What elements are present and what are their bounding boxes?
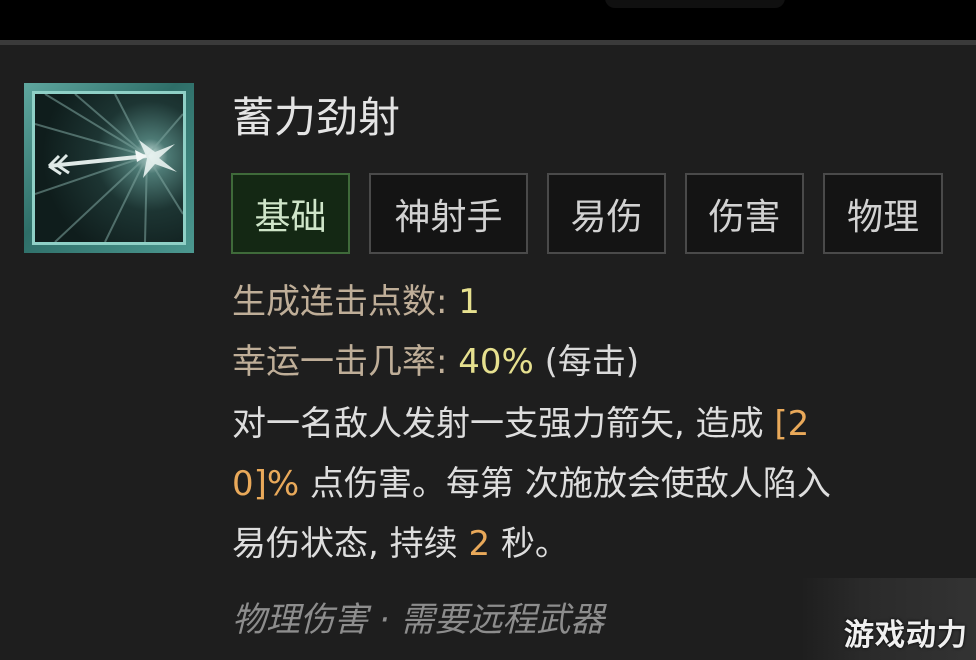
top-bar [0,0,976,40]
lucky-hit-label: 幸运一击几率: [232,342,459,382]
description-suffix-3: 秒。 [490,524,569,564]
combo-points-label: 生成连击点数: [232,282,459,322]
combo-points-stat: 生成连击点数: 1 [232,280,480,324]
tag-basic[interactable]: 基础 [231,173,350,254]
description-line-2: 0]% 点伤害。每第 次施放会使敌人陷入 [232,462,831,506]
lucky-hit-suffix: (每击) [533,342,640,382]
watermark-text: 游戏动力 [844,618,968,653]
description-line-3: 易伤状态, 持续 2 秒。 [232,522,569,566]
skill-title: 蓄力劲射 [232,93,401,142]
tag-marksman[interactable]: 神射手 [369,173,528,254]
arrow-burst-icon[interactable] [24,83,194,253]
damage-value-part-1: [2 [774,404,810,444]
top-bar-handle [605,0,785,8]
divider [0,40,976,45]
lucky-hit-value: 40% [458,342,534,382]
tag-damage[interactable]: 伤害 [685,173,804,254]
skill-footer: 物理伤害 · 需要远程武器 [232,600,605,640]
damage-value-part-2: 0]% [232,464,300,504]
duration-value: 2 [468,524,491,564]
watermark: 游戏动力 [800,578,976,660]
description-text-1: 对一名敌人发射一支强力箭矢, 造成 [232,404,775,444]
tag-physical[interactable]: 物理 [823,173,943,254]
description-text-2: 点伤害。每第 次施放会使敌人陷入 [299,464,831,504]
description-line-1: 对一名敌人发射一支强力箭矢, 造成 [2 [232,402,809,446]
arrow-burst-graphic [35,94,183,242]
combo-points-value: 1 [458,282,480,322]
description-text-3: 易伤状态, 持续 [232,524,469,564]
lucky-hit-stat: 幸运一击几率: 40% (每击) [232,340,639,384]
tag-vulnerable[interactable]: 易伤 [547,173,666,254]
